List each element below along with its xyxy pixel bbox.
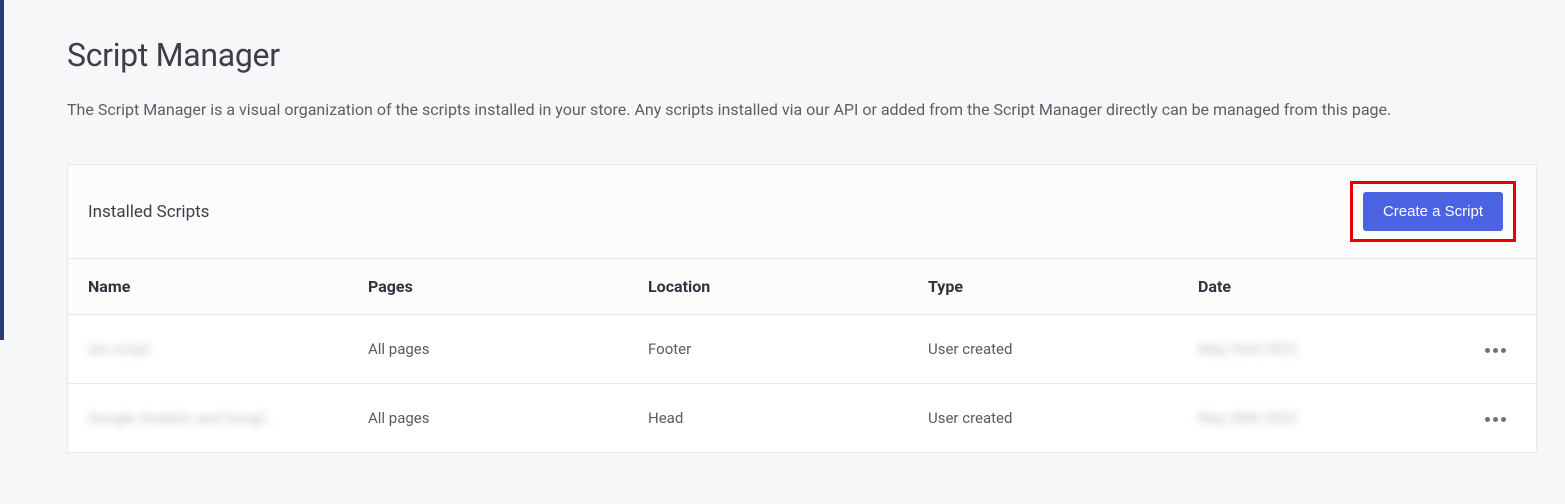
table-row: ala script All pages Footer User created…: [68, 315, 1536, 384]
cell-pages: All pages: [368, 340, 648, 358]
row-actions-icon[interactable]: [1479, 411, 1512, 428]
main-container: Script Manager The Script Manager is a v…: [0, 0, 1565, 453]
column-header-type[interactable]: Type: [928, 277, 1198, 296]
left-rail-accent: [0, 0, 4, 340]
create-script-highlight: Create a Script: [1350, 181, 1516, 242]
column-header-pages[interactable]: Pages: [368, 277, 648, 296]
cell-name[interactable]: Google Analytic and Googl...: [88, 409, 368, 427]
cell-location: Footer: [648, 340, 928, 358]
column-header-actions: [1458, 277, 1516, 296]
table-row: Google Analytic and Googl... All pages H…: [68, 384, 1536, 452]
installed-scripts-panel: Installed Scripts Create a Script Name P…: [67, 164, 1537, 453]
cell-location: Head: [648, 409, 928, 427]
cell-date: May 30th 2022: [1198, 409, 1458, 427]
panel-header: Installed Scripts Create a Script: [68, 165, 1536, 259]
page-description: The Script Manager is a visual organizat…: [67, 98, 1537, 122]
create-script-button[interactable]: Create a Script: [1363, 192, 1503, 231]
column-header-date[interactable]: Date: [1198, 277, 1458, 296]
cell-pages: All pages: [368, 409, 648, 427]
column-header-location[interactable]: Location: [648, 277, 928, 296]
page-title: Script Manager: [67, 36, 1537, 74]
cell-name[interactable]: ala script: [88, 340, 368, 358]
cell-date: May 33rd 2022: [1198, 340, 1458, 358]
column-header-name[interactable]: Name: [88, 277, 368, 296]
panel-header-title: Installed Scripts: [88, 202, 209, 222]
cell-type: User created: [928, 409, 1198, 427]
table-header-row: Name Pages Location Type Date: [68, 259, 1536, 315]
cell-type: User created: [928, 340, 1198, 358]
row-actions-icon[interactable]: [1479, 342, 1512, 359]
